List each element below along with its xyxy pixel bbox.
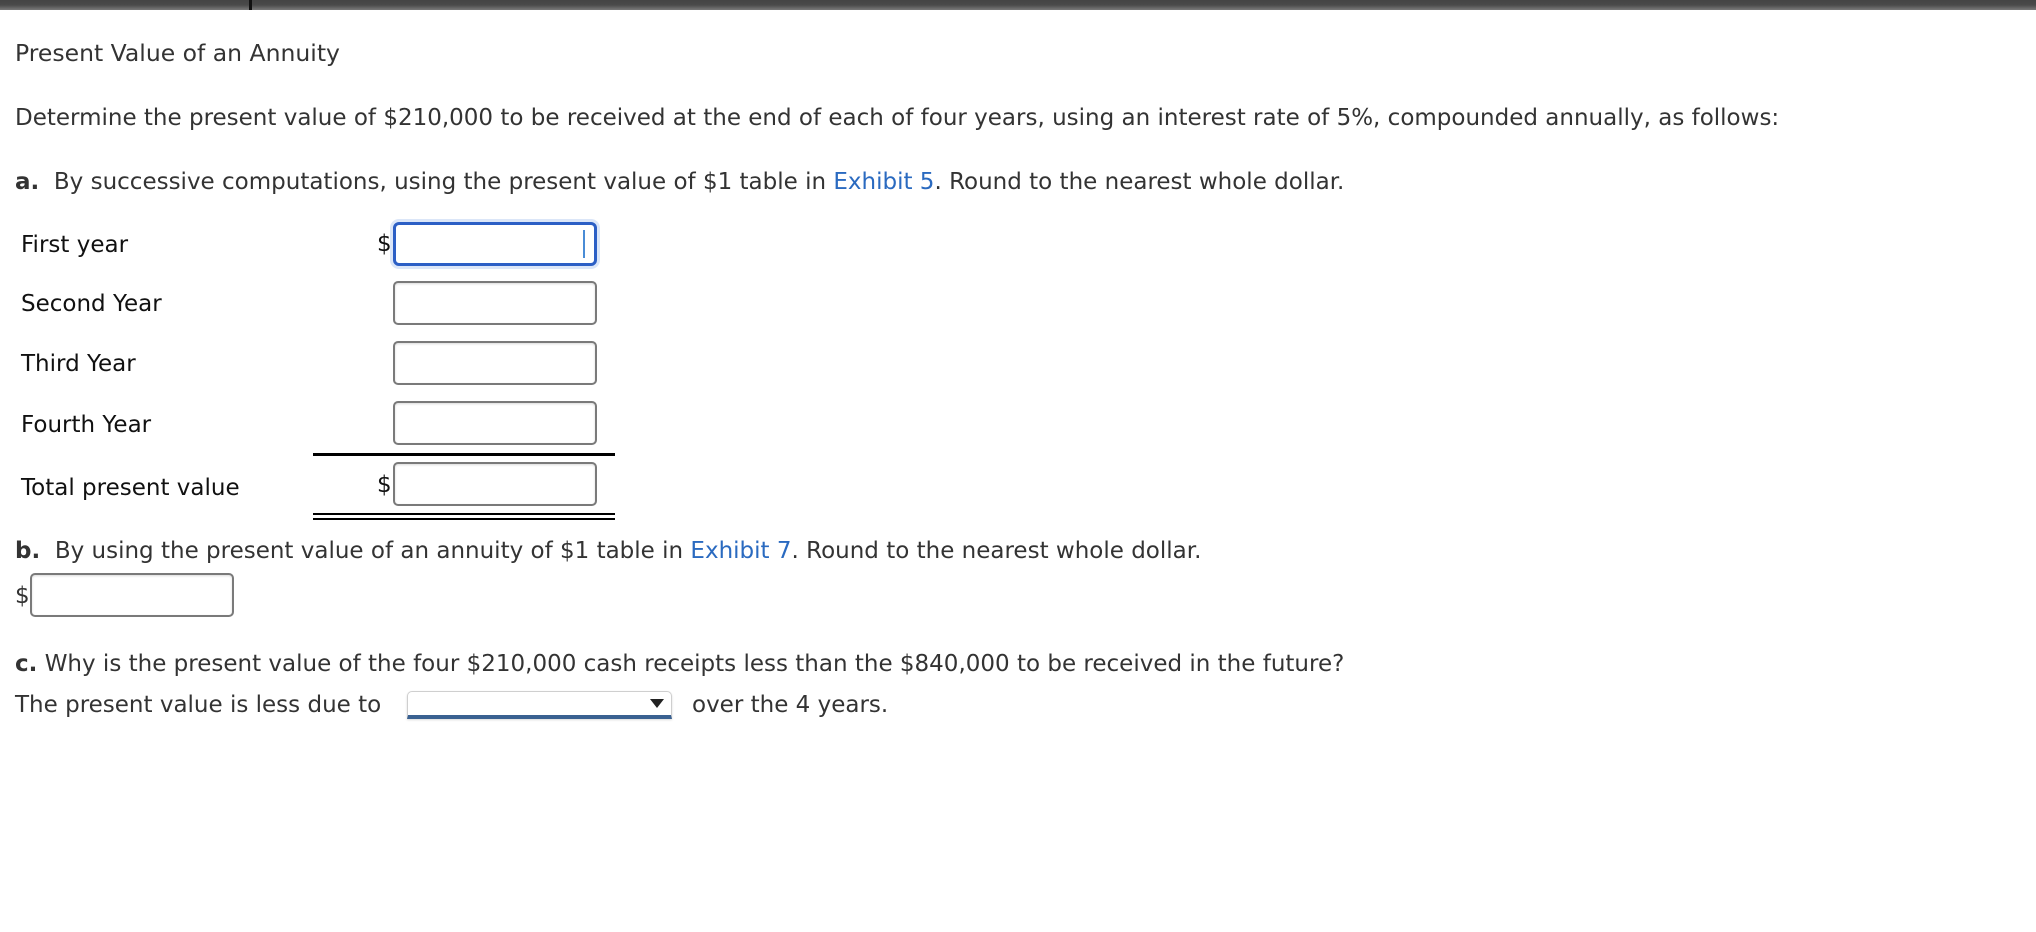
part-c-text: Why is the present value of the four $21… <box>44 651 1345 677</box>
total-present-value-input[interactable] <box>393 462 597 506</box>
currency-symbol: $ <box>377 231 392 257</box>
top-toolbar <box>0 0 2036 10</box>
part-b-marker: b. <box>15 538 41 564</box>
part-c-question: c. Why is the present value of the four … <box>15 653 1344 676</box>
total-double-rule-bottom <box>313 518 615 520</box>
reason-dropdown[interactable] <box>407 691 672 719</box>
annuity-present-value-input[interactable] <box>30 573 234 617</box>
part-b-text-after: . Round to the nearest whole dollar. <box>791 538 1202 564</box>
text-caret <box>583 230 585 258</box>
subtotal-rule <box>313 453 615 456</box>
third-year-input[interactable] <box>393 341 597 385</box>
fourth-year-input[interactable] <box>393 401 597 445</box>
row-label-total: Total present value <box>21 475 240 501</box>
total-double-rule-top <box>313 513 615 515</box>
exhibit-5-link[interactable]: Exhibit 5 <box>833 169 934 195</box>
chevron-down-icon <box>650 699 664 708</box>
toolbar-divider <box>249 0 252 10</box>
part-b-text: By using the present value of an annuity… <box>54 538 684 564</box>
part-a-text-after: . Round to the nearest whole dollar. <box>934 169 1345 195</box>
row-label-second-year: Second Year <box>21 291 162 317</box>
currency-symbol: $ <box>377 472 392 498</box>
part-b-instructions: b. By using the present value of an annu… <box>15 540 1201 563</box>
part-a-instructions: a. By successive computations, using the… <box>15 171 1344 194</box>
part-c-marker: c. <box>15 651 38 677</box>
first-year-input[interactable] <box>393 222 597 266</box>
exhibit-7-link[interactable]: Exhibit 7 <box>690 538 791 564</box>
page-title: Present Value of an Annuity <box>15 39 340 67</box>
part-a-text: By successive computations, using the pr… <box>53 169 827 195</box>
part-a-marker: a. <box>15 169 40 195</box>
second-year-input[interactable] <box>393 281 597 325</box>
answer-prefix: The present value is less due to <box>15 692 382 718</box>
row-label-fourth-year: Fourth Year <box>21 412 152 438</box>
row-label-first-year: First year <box>21 232 129 258</box>
problem-statement: Determine the present value of $210,000 … <box>15 105 1780 131</box>
row-label-third-year: Third Year <box>21 351 136 377</box>
answer-suffix: over the 4 years. <box>692 692 889 718</box>
currency-symbol: $ <box>15 583 30 609</box>
